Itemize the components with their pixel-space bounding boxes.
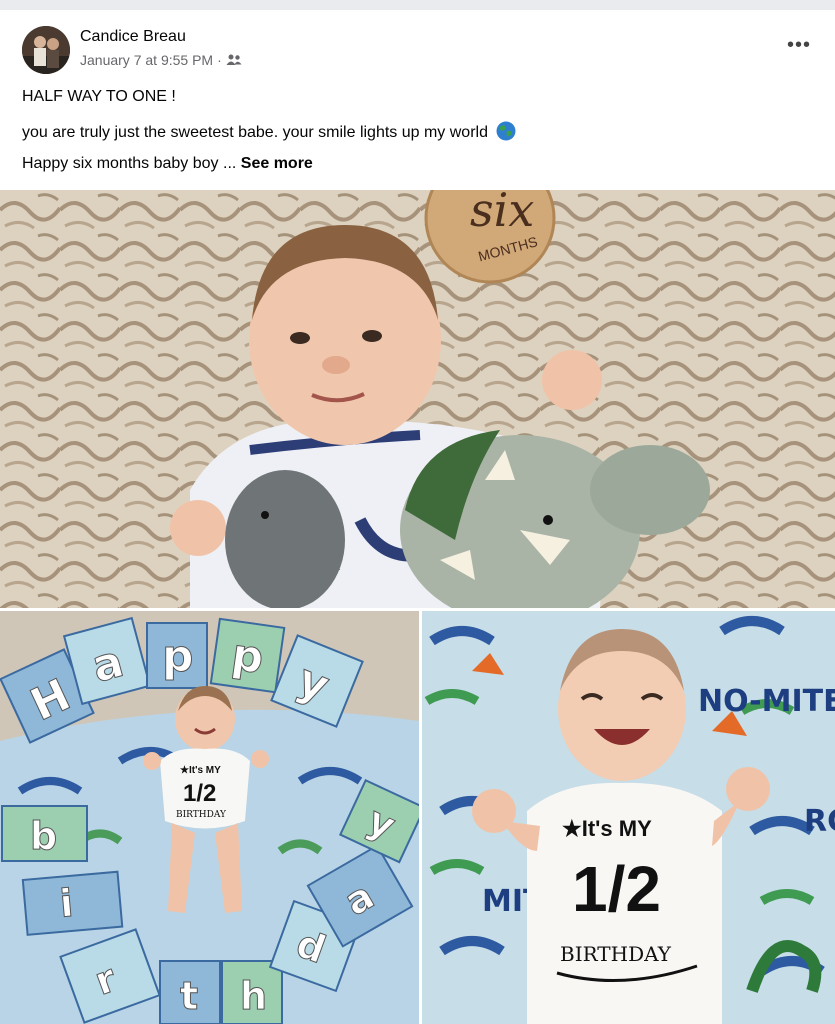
onesie-line-1: ★It's MY <box>562 816 652 841</box>
onesie-line-2-small: 1/2 <box>183 780 216 807</box>
onesie-line-1-small: ★It's MY <box>180 765 221 776</box>
letter-h: h <box>240 974 267 1018</box>
letter-t: t <box>180 974 198 1018</box>
main-photo[interactable]: six MONTHS <box>0 190 835 608</box>
facebook-post: Candice Breau January 7 at 9:55 PM · •••… <box>0 10 835 1024</box>
friends-icon <box>226 54 242 65</box>
post-text-line-2: you are truly just the sweetest babe. yo… <box>22 121 516 142</box>
onesie-line-3: BIRTHDAY <box>560 942 672 966</box>
letters-photo-image: H a p p y b i r t h d a y ★It's MY 1/2 B… <box>0 611 419 1024</box>
blanket-text-1: NO-MITE <box>698 684 835 719</box>
globe-emoji-icon <box>496 121 516 141</box>
post-text-line-3-text: Happy six months baby boy ... <box>22 155 237 172</box>
laughing-photo-image: NO-MITE RC MIT ★It's MY 1/2 BIRTHDAY <box>422 611 835 1024</box>
main-photo-image: six MONTHS <box>0 190 835 608</box>
blanket-text-2: RC <box>804 804 835 839</box>
post-timestamp[interactable]: January 7 at 9:55 PM <box>80 52 213 68</box>
author-name[interactable]: Candice Breau <box>80 28 186 46</box>
onesie-line-3-small: BIRTHDAY <box>176 810 227 820</box>
letter-p-1: p <box>162 631 194 682</box>
author-avatar[interactable] <box>22 26 70 74</box>
post-text-line-2-text: you are truly just the sweetest babe. yo… <box>22 124 488 141</box>
post-header: Candice Breau January 7 at 9:55 PM · •••… <box>0 10 835 190</box>
letter-b: b <box>30 814 57 858</box>
see-more-link[interactable]: See more <box>241 155 313 172</box>
onesie-line-2: 1/2 <box>572 853 661 925</box>
meta-separator: · <box>217 52 222 68</box>
more-options-icon[interactable]: ••• <box>787 34 811 57</box>
laughing-photo[interactable]: NO-MITE RC MIT ★It's MY 1/2 BIRTHDAY <box>422 611 835 1024</box>
letters-photo[interactable]: H a p p y b i r t h d a y ★It's MY 1/2 B… <box>0 611 419 1024</box>
milestone-script: six <box>470 190 534 237</box>
post-text-line-3: Happy six months baby boy ... See more <box>22 155 313 173</box>
post-text-line-1: HALF WAY TO ONE ! <box>22 88 176 105</box>
post-meta: January 7 at 9:55 PM · <box>80 52 242 68</box>
